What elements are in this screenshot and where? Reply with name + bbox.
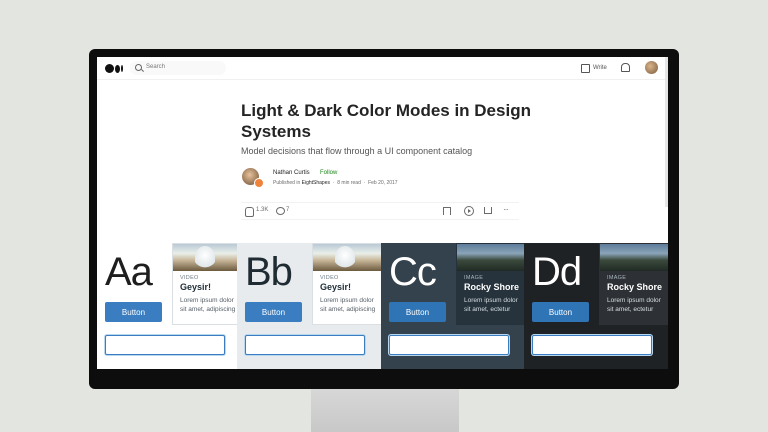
card-title: Rocky Shore	[464, 282, 520, 292]
avatar[interactable]	[645, 61, 658, 74]
card-body: Lorem ipsum dolor sit amet, ectetur	[464, 296, 524, 314]
theme-panel-light: Aa VIDEO Geysir! Lorem ipsum dolor sit a…	[97, 243, 237, 369]
article-meta: Published in EightShapes · 8 min read · …	[273, 180, 398, 186]
article-subtitle: Model decisions that flow through a UI c…	[241, 146, 473, 156]
publication-badge-icon[interactable]	[254, 178, 264, 188]
sample-input-field	[532, 335, 652, 355]
card-image	[457, 244, 524, 271]
publish-date: Feb 20, 2017	[368, 180, 398, 186]
card-body: Lorem ipsum dolor sit amet, ectetur	[607, 296, 668, 314]
sample-button: Button	[245, 302, 302, 322]
card-line: sit amet, ectetur	[464, 306, 511, 313]
media-card: VIDEO Geysir! Lorem ipsum dolor sit amet…	[172, 243, 237, 325]
play-icon[interactable]	[464, 206, 474, 216]
published-prefix: Published in	[273, 180, 301, 186]
monitor-scene: Search Write Light & Dark Color Modes in…	[0, 0, 768, 432]
search-icon	[135, 64, 142, 71]
card-body: Lorem ipsum dolor sit amet, adipiscing	[320, 296, 381, 314]
card-tag: IMAGE	[464, 275, 484, 281]
type-specimen: Dd	[532, 250, 582, 294]
sample-button: Button	[389, 302, 446, 322]
sample-button: Button	[532, 302, 589, 322]
media-card: VIDEO Geysir! Lorem ipsum dolor sit amet…	[312, 243, 381, 325]
theme-panel-slate: Cc IMAGE Rocky Shore Lorem ipsum dolor s…	[381, 243, 524, 369]
card-title: Geysir!	[180, 282, 212, 292]
type-specimen: Aa	[105, 250, 153, 294]
card-tag: VIDEO	[180, 275, 199, 281]
follow-button[interactable]: Follow	[320, 170, 337, 176]
theme-panel-dark: Dd IMAGE Rocky Shore Lorem ipsum dolor s…	[524, 243, 668, 369]
media-card: IMAGE Rocky Shore Lorem ipsum dolor sit …	[599, 243, 668, 325]
media-card: IMAGE Rocky Shore Lorem ipsum dolor sit …	[456, 243, 524, 325]
card-title: Geysir!	[320, 282, 352, 292]
scrollbar[interactable]	[665, 57, 668, 207]
bell-icon[interactable]	[621, 63, 630, 72]
search-input[interactable]: Search	[130, 61, 226, 75]
card-tag: VIDEO	[320, 275, 339, 281]
sample-input-field	[105, 335, 225, 355]
search-placeholder: Search	[146, 64, 166, 70]
card-image	[313, 244, 381, 271]
article-action-bar: 1.3K 7 ···	[241, 202, 519, 220]
card-body: Lorem ipsum dolor sit amet, adipiscing	[180, 296, 237, 314]
article-title: Light & Dark Color Modes in Design Syste…	[241, 101, 531, 141]
type-specimen: Cc	[389, 250, 437, 294]
write-button[interactable]: Write	[581, 63, 607, 73]
share-icon[interactable]	[484, 207, 492, 214]
card-line: sit amet, adipiscing	[180, 306, 236, 313]
card-line: Lorem ipsum dolor	[320, 297, 374, 304]
sample-button: Button	[105, 302, 162, 322]
sample-input-field	[389, 335, 509, 355]
card-title: Rocky Shore	[607, 282, 663, 292]
medium-logo-icon[interactable]	[105, 64, 125, 73]
card-line: Lorem ipsum dolor	[180, 297, 234, 304]
save-icon[interactable]	[443, 207, 451, 215]
card-line: Lorem ipsum dolor	[607, 297, 661, 304]
browser-screen: Search Write Light & Dark Color Modes in…	[97, 57, 668, 369]
write-label: Write	[593, 65, 607, 71]
clap-icon[interactable]	[245, 207, 254, 217]
read-time: 8 min read	[337, 180, 361, 186]
card-line: sit amet, ectetur	[607, 306, 654, 313]
comment-icon[interactable]	[276, 207, 285, 215]
top-nav: Search Write	[97, 57, 668, 207]
card-line: Lorem ipsum dolor	[464, 297, 518, 304]
card-image	[173, 244, 237, 271]
card-image	[600, 244, 668, 271]
hero-image: Aa VIDEO Geysir! Lorem ipsum dolor sit a…	[97, 243, 668, 369]
theme-panel-gray: Bb VIDEO Geysir! Lorem ipsum dolor sit a…	[237, 243, 381, 369]
card-tag: IMAGE	[607, 275, 627, 281]
write-icon	[581, 63, 590, 73]
clap-count[interactable]: 1.3K	[256, 207, 268, 213]
type-specimen: Bb	[245, 250, 293, 294]
response-count[interactable]: 7	[286, 207, 289, 213]
author-name[interactable]: Nathan Curtis	[273, 170, 310, 176]
sample-input-field	[245, 335, 365, 355]
more-icon[interactable]: ···	[503, 205, 509, 214]
publication-link[interactable]: EightShapes	[302, 180, 330, 186]
card-line: sit amet, adipiscing	[320, 306, 376, 313]
monitor-stand	[311, 384, 459, 432]
